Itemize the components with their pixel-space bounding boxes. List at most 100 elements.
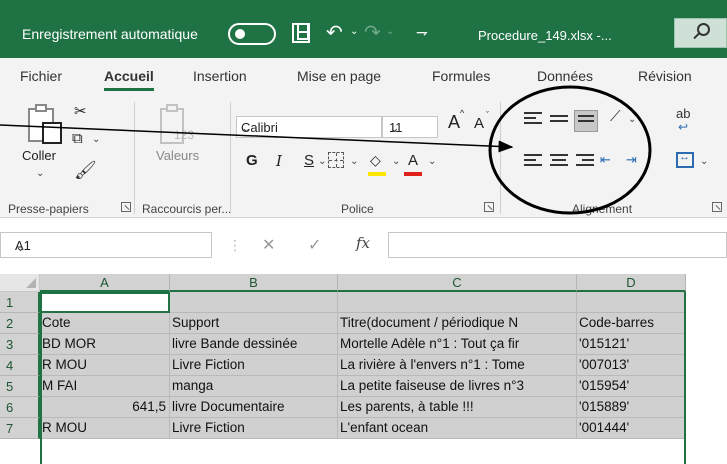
cell-d2[interactable]: Code-barres [577,313,686,334]
redo-icon[interactable]: ↷ [364,20,381,45]
align-middle-icon[interactable] [550,115,568,129]
row-header-6[interactable]: 6 [0,397,40,418]
decrease-indent-icon[interactable]: ⇤ [600,152,611,168]
row-header-5[interactable]: 5 [0,376,40,397]
column-header-a[interactable]: A [40,274,170,292]
bold-button[interactable]: G [246,152,258,169]
paste-values-label[interactable]: Valeurs [156,148,199,163]
tab-revision[interactable]: Révision [638,68,692,84]
cell-a6[interactable]: 641,5 [40,397,170,418]
merge-dropdown-icon[interactable]: ⌄ [700,156,708,167]
cell-c7[interactable]: L'enfant ocean [338,418,577,439]
cell-a5[interactable]: M FAI [40,376,170,397]
tab-accueil[interactable]: Accueil [104,68,154,91]
select-all-button[interactable] [0,274,40,292]
cell-c4[interactable]: La rivière à l'envers n°1 : Tome [338,355,577,376]
customize-toolbar-icon[interactable]: ⇁ [416,24,428,41]
cell-b3[interactable]: livre Bande dessinée [170,334,338,355]
font-size-select[interactable]: 11 ⌄ [382,116,438,138]
paste-button-label[interactable]: Coller [22,148,56,163]
cell-d1[interactable] [577,292,686,313]
search-button[interactable] [674,18,727,48]
italic-button[interactable]: I [276,152,282,170]
align-right-icon[interactable] [576,154,594,168]
orientation-icon[interactable]: ⟋ [610,108,621,125]
align-center-icon[interactable] [550,154,568,168]
cell-b1[interactable] [170,292,338,313]
cell-b4[interactable]: Livre Fiction [170,355,338,376]
column-header-b[interactable]: B [170,274,338,292]
tab-fichier[interactable]: Fichier [20,68,62,84]
font-launcher-icon[interactable] [484,202,494,212]
name-box[interactable]: A1 ⌄ [0,232,212,258]
copy-dropdown-icon[interactable]: ⌄ [92,134,100,145]
cell-c6[interactable]: Les parents, à table !!! [338,397,577,418]
cell-a1[interactable] [40,292,170,313]
align-top-icon[interactable] [524,112,542,126]
font-color-dropdown-icon[interactable]: ⌄ [428,156,436,167]
tab-insertion[interactable]: Insertion [193,68,247,84]
format-painter-icon[interactable]: 🖌 [74,160,97,181]
cell-d5[interactable]: '015954' [577,376,686,397]
cell-b6[interactable]: livre Documentaire [170,397,338,418]
tab-mise-en-page[interactable]: Mise en page [297,68,381,84]
redo-dropdown-icon[interactable]: ⌄ [386,26,394,37]
paste-values-icon[interactable]: 123 [160,104,194,148]
cell-b5[interactable]: manga [170,376,338,397]
increase-indent-icon[interactable]: ⇥ [626,152,637,168]
cell-c2[interactable]: Titre(document / périodique N [338,313,577,334]
formula-input[interactable] [388,232,727,258]
row-header-1[interactable]: 1 [0,292,40,313]
fill-color-icon[interactable]: ◇ [370,152,381,169]
cell-c1[interactable] [338,292,577,313]
merge-center-icon[interactable] [676,151,694,168]
row-header-2[interactable]: 2 [0,313,40,334]
underline-button[interactable]: S [304,152,314,169]
column-header-c[interactable]: C [338,274,577,292]
cell-d3[interactable]: '015121' [577,334,686,355]
borders-dropdown-icon[interactable]: ⌄ [350,156,358,167]
cell-a7[interactable]: R MOU [40,418,170,439]
alignment-launcher-icon[interactable] [712,202,722,212]
tab-donnees[interactable]: Données [537,68,593,84]
clipboard-launcher-icon[interactable] [121,202,131,212]
font-name-select[interactable]: Calibri ⌄ [236,116,382,138]
cell-d7[interactable]: '001444' [577,418,686,439]
insert-function-button[interactable]: fx [356,234,370,252]
cancel-icon[interactable]: ✕ [262,235,275,255]
undo-icon[interactable]: ↶ [326,20,343,45]
paste-icon[interactable] [28,104,64,146]
drag-handle-icon[interactable]: ⋮ [228,237,242,254]
save-icon[interactable] [292,23,310,43]
cell-c3[interactable]: Mortelle Adèle n°1 : Tout ça fir [338,334,577,355]
undo-dropdown-icon[interactable]: ⌄ [350,26,358,37]
wrap-text-icon[interactable]: ab [676,107,690,120]
row-header-7[interactable]: 7 [0,418,40,439]
autosave-toggle[interactable] [228,23,276,45]
cell-b2[interactable]: Support [170,313,338,334]
cell-b7[interactable]: Livre Fiction [170,418,338,439]
row-header-4[interactable]: 4 [0,355,40,376]
underline-dropdown-icon[interactable]: ⌄ [318,156,326,167]
column-header-d[interactable]: D [577,274,686,292]
increase-font-button[interactable]: A [448,112,460,133]
cell-d6[interactable]: '015889' [577,397,686,418]
cell-c5[interactable]: La petite faiseuse de livres n°3 [338,376,577,397]
borders-icon[interactable] [328,152,344,168]
file-name[interactable]: Procedure_149.xlsx -... [478,28,612,43]
align-bottom-icon[interactable] [574,110,598,132]
copy-icon[interactable]: ⧉ [72,130,83,147]
align-left-icon[interactable] [524,154,542,168]
cell-a2[interactable]: Cote [40,313,170,334]
fill-dropdown-icon[interactable]: ⌄ [392,156,400,167]
decrease-font-button[interactable]: A [474,115,484,132]
scissors-icon[interactable]: ✂ [74,102,87,120]
orientation-dropdown-icon[interactable]: ⌄ [628,114,636,125]
tab-formules[interactable]: Formules [432,68,490,84]
cell-a3[interactable]: BD MOR [40,334,170,355]
row-header-3[interactable]: 3 [0,334,40,355]
paste-dropdown-icon[interactable]: ⌄ [36,168,44,179]
cell-d4[interactable]: '007013' [577,355,686,376]
font-color-button[interactable]: A [408,152,418,169]
cell-a4[interactable]: R MOU [40,355,170,376]
